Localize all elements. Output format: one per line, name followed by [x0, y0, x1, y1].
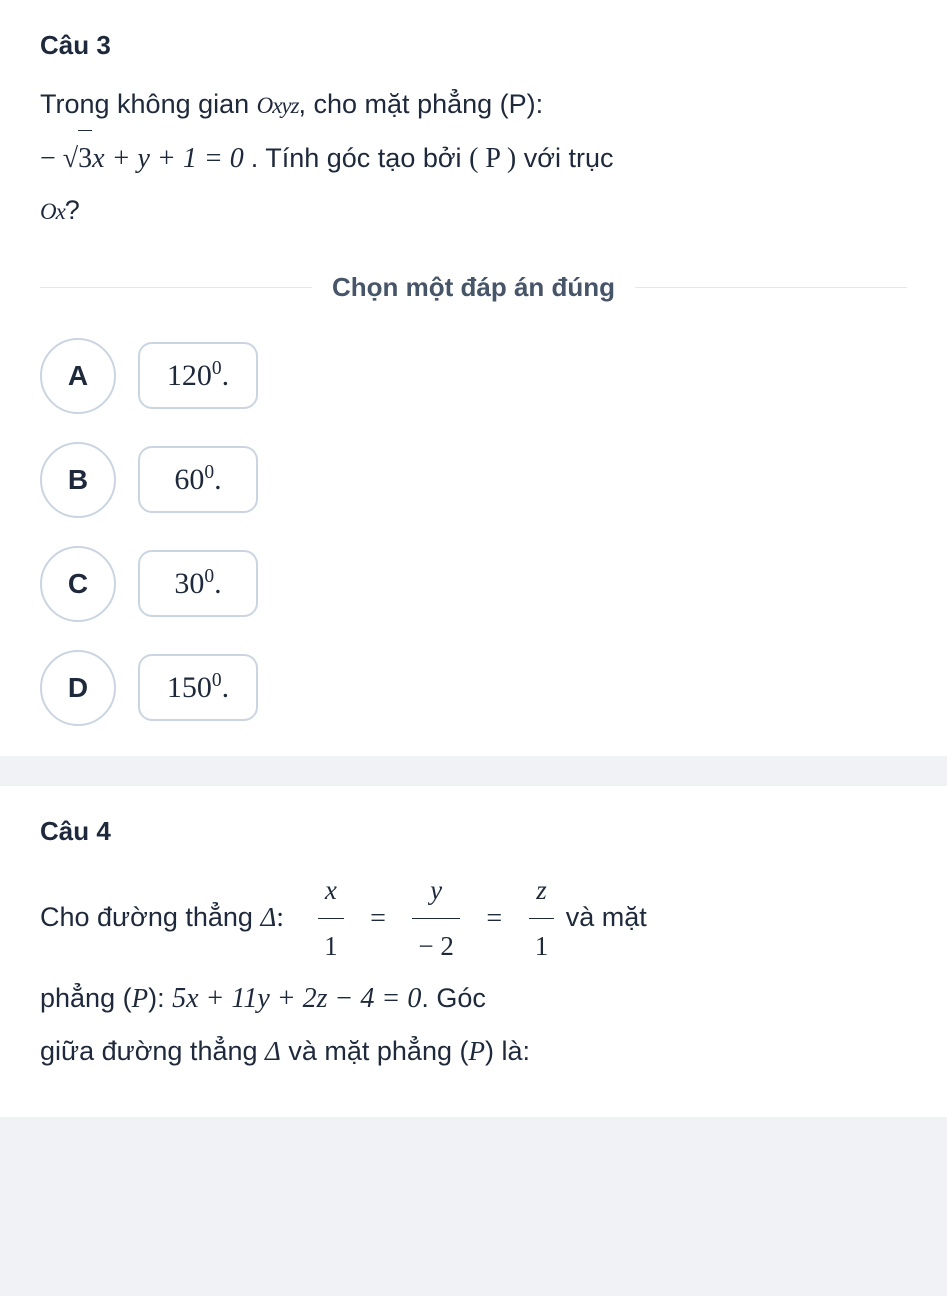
q3-oxyz: Oxyz — [257, 93, 299, 118]
option-b-num: 60 — [174, 463, 204, 496]
option-a-dot: . — [222, 359, 230, 392]
question-3-title: Câu 3 — [40, 30, 907, 61]
delta-icon: Δ — [260, 902, 276, 932]
divider-label: Chọn một đáp án đúng — [312, 272, 635, 303]
option-row-c: C 300. — [40, 546, 907, 622]
option-row-a: A 1200. — [40, 338, 907, 414]
question-4-body: Cho đường thẳng Δ: x 1 = y − 2 = z 1 và … — [40, 865, 907, 1077]
option-a-sup: 0 — [212, 358, 222, 379]
frac-1: x 1 — [318, 865, 344, 973]
question-4-title: Câu 4 — [40, 816, 907, 847]
option-d-num: 150 — [167, 671, 212, 704]
q4-P-2: P — [468, 1036, 485, 1066]
option-b-value[interactable]: 600. — [138, 446, 258, 513]
option-row-b: B 600. — [40, 442, 907, 518]
frac-3: z 1 — [529, 865, 555, 973]
q4-text-3: . Góc — [421, 983, 486, 1013]
divider-line-left — [40, 287, 312, 288]
q3-after-sqrt: x + y + 1 = 0 — [92, 143, 244, 174]
eq-2: = — [486, 903, 502, 934]
q3-ox: Ox — [40, 199, 65, 224]
option-d-radio[interactable]: D — [40, 650, 116, 726]
q4-text-4b: và mặt phẳng ( — [281, 1036, 469, 1066]
frac1-num: x — [319, 865, 343, 918]
q3-sqrt-arg: 3 — [78, 130, 92, 185]
q3-text-3: . Tính góc tạo bởi — [251, 143, 469, 173]
q3-text-4: với trục — [516, 143, 613, 173]
q4-text-1: Cho đường thẳng — [40, 902, 260, 932]
q3-minus: − — [40, 143, 63, 174]
option-a-radio[interactable]: A — [40, 338, 116, 414]
option-c-dot: . — [214, 567, 222, 600]
option-c-radio[interactable]: C — [40, 546, 116, 622]
option-d-value[interactable]: 1500. — [138, 654, 258, 721]
option-c-sup: 0 — [204, 566, 214, 587]
q4-text-2a: phẳng ( — [40, 983, 132, 1013]
q3-P: ( P ) — [469, 143, 516, 174]
option-a-value[interactable]: 1200. — [138, 342, 258, 409]
option-b-radio[interactable]: B — [40, 442, 116, 518]
option-a-num: 120 — [167, 359, 212, 392]
delta-icon-2: Δ — [265, 1036, 281, 1066]
option-d-sup: 0 — [212, 670, 222, 691]
option-c-value[interactable]: 300. — [138, 550, 258, 617]
q4-and: và mặt — [566, 902, 647, 932]
option-b-sup: 0 — [204, 462, 214, 483]
divider-row: Chọn một đáp án đúng — [40, 272, 907, 303]
question-3-card: Câu 3 Trong không gian Oxyz, cho mặt phẳ… — [0, 0, 947, 756]
option-b-dot: . — [214, 463, 222, 496]
q4-text-4c: ) là: — [485, 1036, 530, 1066]
q3-equation: − √3x + y + 1 = 0 — [40, 143, 251, 174]
sqrt-icon: √ — [63, 143, 78, 174]
option-row-d: D 1500. — [40, 650, 907, 726]
q3-text-1: Trong không gian — [40, 89, 257, 119]
q3-text-2: , cho mặt phẳng (P): — [299, 89, 544, 119]
question-4-card: Câu 4 Cho đường thẳng Δ: x 1 = y − 2 = z… — [0, 786, 947, 1117]
option-d-dot: . — [222, 671, 230, 704]
q4-plane-eq: 5x + 11y + 2z − 4 = 0 — [172, 983, 421, 1014]
frac2-den: − 2 — [412, 918, 459, 972]
frac3-num: z — [530, 865, 553, 918]
q4-colon: : — [276, 902, 284, 933]
frac1-den: 1 — [318, 918, 344, 972]
option-c-num: 30 — [174, 567, 204, 600]
q4-text-4a: giữa đường thẳng — [40, 1036, 265, 1066]
q4-text-2b: ): — [148, 983, 172, 1013]
frac2-num: y — [424, 865, 448, 918]
divider-line-right — [635, 287, 907, 288]
frac3-den: 1 — [529, 918, 555, 972]
frac-2: y − 2 — [412, 865, 459, 973]
question-3-body: Trong không gian Oxyz, cho mặt phẳng (P)… — [40, 79, 907, 237]
options-list: A 1200. B 600. C 300. D 1500. — [40, 338, 907, 726]
eq-1: = — [370, 903, 386, 934]
q4-P-1: P — [132, 983, 149, 1013]
q3-qmark: ? — [65, 195, 80, 225]
